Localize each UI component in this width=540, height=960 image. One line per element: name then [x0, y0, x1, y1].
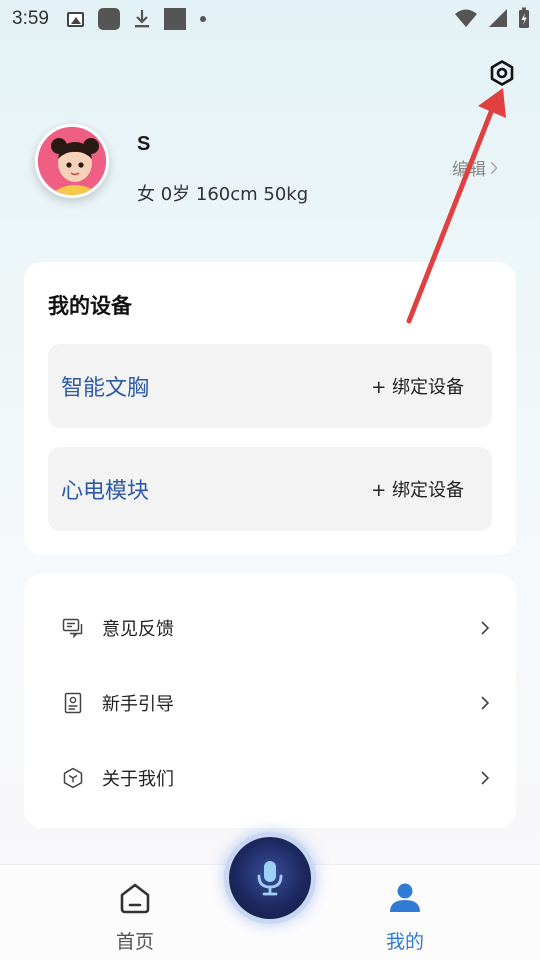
chevron-right-icon	[490, 161, 498, 174]
settings-button[interactable]	[486, 57, 518, 89]
more-notifications-icon	[199, 16, 206, 22]
avatar[interactable]	[35, 124, 109, 198]
status-bar: 3:59	[0, 0, 540, 38]
menu-item-guide[interactable]: 新手引导	[24, 665, 516, 740]
devices-title: 我的设备	[48, 294, 132, 318]
system-status-icons	[454, 7, 530, 34]
gallery-notification-icon	[66, 11, 84, 27]
microphone-icon	[257, 861, 283, 896]
settings-icon	[490, 60, 514, 86]
nav-mine-label: 我的	[385, 931, 424, 953]
nav-home-tab[interactable]: 首页	[75, 865, 195, 960]
device-name: 智能文胸	[61, 376, 150, 401]
battery-charging-icon	[518, 7, 530, 34]
menu-card: 意见反馈 新手引导 关于我们	[24, 574, 516, 828]
chevron-right-icon	[481, 620, 490, 635]
device-row-bra[interactable]: 智能文胸 + 绑定设备	[48, 344, 492, 428]
menu-item-about[interactable]: 关于我们	[24, 740, 516, 815]
bind-device-button[interactable]: + 绑定设备	[371, 373, 464, 399]
menu-label: 新手引导	[102, 693, 174, 715]
signal-icon	[488, 8, 508, 33]
chevron-right-icon	[481, 770, 490, 785]
menu-item-feedback[interactable]: 意见反馈	[24, 590, 516, 665]
bind-device-button[interactable]: + 绑定设备	[371, 476, 464, 502]
voice-assistant-button[interactable]	[229, 837, 311, 919]
wifi-icon	[454, 8, 478, 33]
edit-label: 编辑	[452, 160, 486, 180]
menu-label: 意见反馈	[102, 618, 174, 640]
home-icon	[120, 883, 150, 914]
feedback-icon	[62, 618, 83, 638]
app-notification-icon	[97, 8, 120, 30]
avatar-image	[38, 127, 106, 195]
device-name: 心电模块	[61, 479, 150, 504]
nav-home-label: 首页	[115, 931, 154, 953]
status-time: 3:59	[12, 8, 49, 29]
device-row-ecg[interactable]: 心电模块 + 绑定设备	[48, 447, 492, 531]
profile-icon	[390, 883, 420, 912]
username: S	[137, 133, 151, 155]
app-notification-icon-2	[163, 8, 186, 30]
menu-label: 关于我们	[102, 768, 174, 790]
guide-icon	[64, 692, 82, 713]
nav-mine-tab[interactable]: 我的	[345, 865, 465, 960]
edit-profile-link[interactable]: 编辑	[452, 155, 498, 180]
devices-card: 我的设备 智能文胸 + 绑定设备 心电模块 + 绑定设备	[24, 262, 516, 555]
profile-info: 女 0岁 160cm 50kg	[137, 184, 309, 205]
chevron-right-icon	[481, 695, 490, 710]
about-icon	[63, 767, 83, 788]
download-icon	[134, 9, 150, 29]
